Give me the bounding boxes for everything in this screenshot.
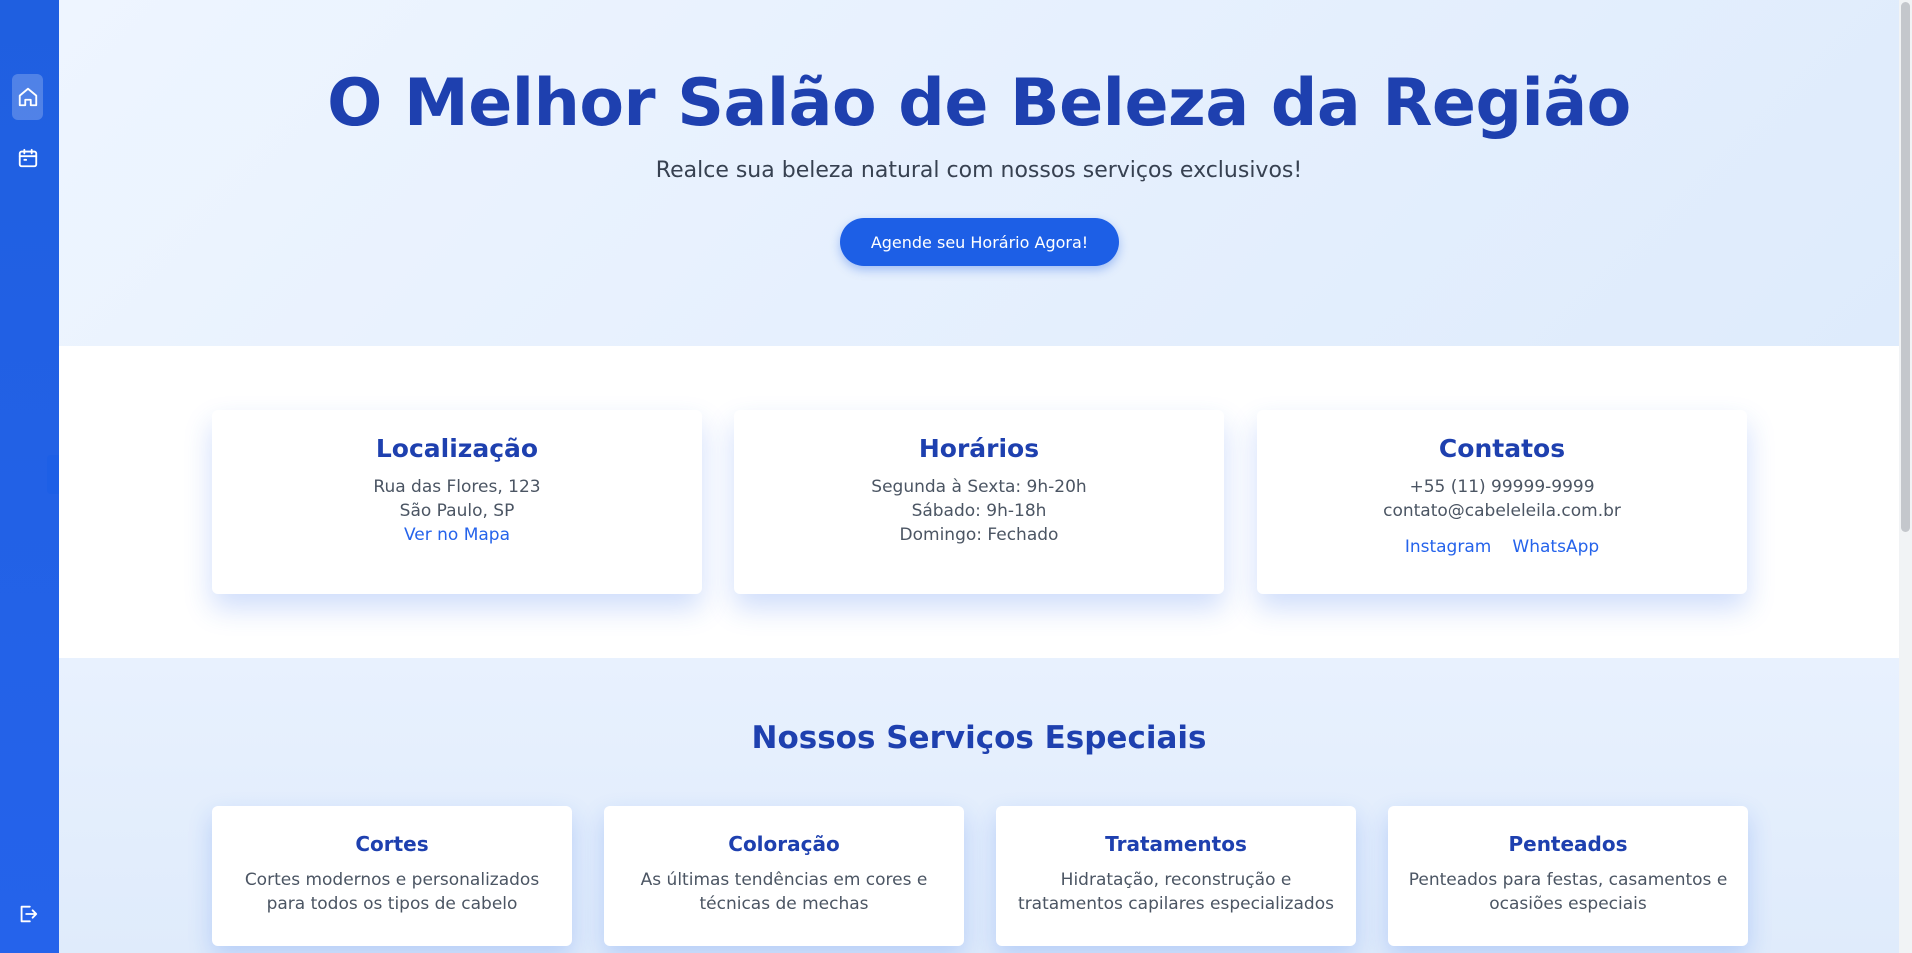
- hours-title: Horários: [918, 434, 1040, 463]
- service-card-penteados: Penteados Penteados para festas, casamen…: [1388, 806, 1748, 946]
- whatsapp-link[interactable]: WhatsApp: [1512, 537, 1599, 557]
- contacts-title: Contatos: [1438, 434, 1566, 463]
- service-card-cortes: Cortes Cortes modernos e personalizados …: [212, 806, 572, 946]
- service-card-tratamentos: Tratamentos Hidratação, reconstrução e t…: [996, 806, 1356, 946]
- service-card-coloracao: Coloração As últimas tendências em cores…: [604, 806, 964, 946]
- service-description: Cortes modernos e personalizados para to…: [244, 870, 540, 914]
- services-section: Nossos Serviços Especiais Cortes Cortes …: [59, 658, 1899, 953]
- email-address: contato@cabeleleila.com.br: [1383, 501, 1621, 521]
- service-title: Coloração: [728, 832, 840, 856]
- sidebar-item-home[interactable]: [12, 74, 43, 120]
- service-title: Cortes: [355, 832, 429, 856]
- info-section: Localização Rua das Flores, 123 São Paul…: [59, 346, 1899, 658]
- book-appointment-button[interactable]: Agende seu Horário Agora!: [840, 218, 1119, 266]
- scrollbar-thumb[interactable]: [1901, 2, 1910, 532]
- hours-sunday: Domingo: Fechado: [899, 525, 1059, 545]
- service-description: Hidratação, reconstrução e tratamentos c…: [1018, 870, 1334, 914]
- contacts-card: Contatos +55 (11) 99999-9999 contato@cab…: [1257, 410, 1747, 594]
- main-content: O Melhor Salão de Beleza da Região Realc…: [59, 0, 1899, 953]
- hero-title: O Melhor Salão de Beleza da Região: [327, 66, 1631, 141]
- hero-section: O Melhor Salão de Beleza da Região Realc…: [59, 0, 1899, 346]
- instagram-link[interactable]: Instagram: [1405, 537, 1492, 557]
- hours-saturday: Sábado: 9h-18h: [911, 501, 1047, 521]
- logout-icon: [20, 905, 37, 923]
- city-line: São Paulo, SP: [399, 501, 515, 521]
- page-scrollbar[interactable]: [1899, 0, 1912, 953]
- calendar-icon: [18, 148, 37, 168]
- address-line: Rua das Flores, 123: [373, 477, 541, 497]
- phone-number: +55 (11) 99999-9999: [1409, 477, 1595, 497]
- hours-card: Horários Segunda à Sexta: 9h-20h Sábado:…: [734, 410, 1224, 594]
- hero-subtitle: Realce sua beleza natural com nossos ser…: [655, 158, 1303, 183]
- location-title: Localização: [375, 434, 539, 463]
- home-icon: [18, 87, 37, 107]
- service-description: Penteados para festas, casamentos e ocas…: [1408, 870, 1728, 914]
- logout-button[interactable]: [12, 891, 43, 937]
- services-title: Nossos Serviços Especiais: [751, 720, 1207, 756]
- hours-weekday: Segunda à Sexta: 9h-20h: [871, 477, 1087, 497]
- service-title: Penteados: [1508, 832, 1628, 856]
- service-description: As últimas tendências em cores e técnica…: [640, 870, 928, 914]
- sidebar-item-calendar[interactable]: [12, 135, 43, 181]
- service-title: Tratamentos: [1105, 832, 1247, 856]
- map-link[interactable]: Ver no Mapa: [212, 523, 702, 547]
- location-card: Localização Rua das Flores, 123 São Paul…: [212, 410, 702, 594]
